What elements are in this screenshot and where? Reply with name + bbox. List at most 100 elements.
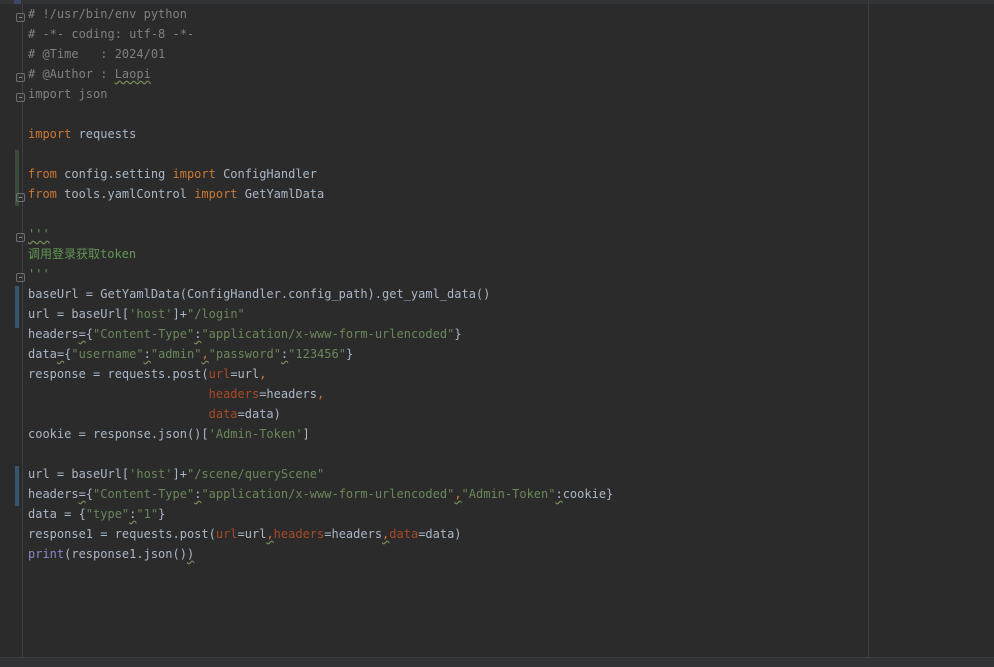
code-token: , [317, 387, 325, 401]
code-token: json [71, 87, 108, 101]
code-token: "123456" [288, 347, 346, 361]
code-token: headers [208, 387, 260, 401]
code-token: "username" [71, 347, 144, 361]
code-token: 'Admin-Token' [208, 427, 303, 441]
code-token: , [259, 367, 267, 381]
code-token: =headers [324, 527, 383, 541]
code-token: cookie = response.json()[ [28, 427, 209, 441]
vcs-change-marker[interactable] [15, 466, 19, 506]
code-token: "password" [208, 347, 281, 361]
code-line[interactable] [28, 104, 613, 124]
code-token: ConfigHandler [215, 167, 318, 181]
code-token: data = { [28, 507, 86, 521]
code-line[interactable]: response = requests.post(url=url, [28, 364, 613, 384]
code-token: } [345, 347, 354, 361]
code-line[interactable]: # -*- coding: utf-8 -*- [28, 24, 613, 44]
code-token: =url [230, 367, 260, 381]
code-line[interactable]: # @Time : 2024/01 [28, 44, 613, 64]
fold-collapse-icon[interactable] [16, 233, 25, 242]
code-line[interactable]: # @Author : Laopi [28, 64, 613, 84]
code-token: import [28, 87, 72, 101]
code-token: # @Time : 2024/01 [28, 47, 166, 61]
code-line[interactable]: headers={"Content-Type":"application/x-w… [28, 324, 613, 344]
code-editor[interactable]: # !/usr/bin/env python # -*- coding: utf-… [0, 0, 994, 667]
code-token: url = baseUrl[ [28, 467, 130, 481]
code-line[interactable]: data=data) [28, 404, 613, 424]
code-token: = [78, 487, 86, 501]
code-line[interactable]: headers={"Content-Type":"application/x-w… [28, 484, 613, 504]
code-token: # !/usr/bin/env python [28, 7, 187, 21]
code-token: # @Author : [28, 67, 115, 81]
code-token: data [208, 407, 238, 421]
code-token: = [78, 327, 86, 341]
code-line[interactable]: ''' [28, 264, 613, 284]
code-line[interactable]: url = baseUrl['host']+"/scene/queryScene… [28, 464, 613, 484]
code-line[interactable]: print(response1.json()) [28, 544, 613, 564]
code-token: ) [186, 547, 195, 561]
code-token: response1 = requests.post( [28, 527, 216, 541]
code-token: { [85, 487, 94, 501]
code-token: data [28, 347, 57, 361]
code-token: : [555, 487, 563, 501]
code-token: cookie} [562, 487, 614, 501]
code-token: =headers [259, 387, 317, 401]
code-token: : [143, 347, 151, 361]
code-token: "/login" [186, 307, 245, 321]
code-token: headers [28, 327, 79, 341]
code-token: # -*- coding: utf-8 -*- [28, 27, 195, 41]
code-token: =data) [418, 527, 462, 541]
fold-collapse-icon[interactable] [16, 193, 25, 202]
code-line[interactable] [28, 204, 613, 224]
fold-collapse-icon[interactable] [16, 93, 25, 102]
horizontal-scrollbar[interactable] [0, 657, 994, 667]
code-line[interactable]: cookie = response.json()['Admin-Token'] [28, 424, 613, 444]
code-token: ''' [28, 227, 50, 241]
code-line[interactable]: headers=headers, [28, 384, 613, 404]
code-token: url [208, 367, 231, 381]
code-token: Laopi [114, 67, 151, 81]
code-line[interactable]: data = {"type":"1"} [28, 504, 613, 524]
code-line[interactable]: url = baseUrl['host']+"/login" [28, 304, 613, 324]
code-token: import [28, 127, 72, 141]
code-token: baseUrl = GetYamlData(ConfigHandler.conf… [28, 287, 491, 301]
code-line[interactable]: data={"username":"admin","password":"123… [28, 344, 613, 364]
code-token: "Admin-Token" [461, 487, 556, 501]
code-line[interactable] [28, 444, 613, 464]
fold-collapse-icon[interactable] [16, 13, 25, 22]
code-token: , [201, 347, 209, 361]
code-token: "application/x-www-form-urlencoded" [201, 327, 455, 341]
fold-collapse-icon[interactable] [16, 73, 25, 82]
code-token: response = requests.post( [28, 367, 209, 381]
code-line[interactable]: 调用登录获取token [28, 244, 613, 264]
code-line[interactable]: import requests [28, 124, 613, 144]
editor-gutter [0, 4, 25, 657]
code-token: from [28, 187, 57, 201]
code-line[interactable]: baseUrl = GetYamlData(ConfigHandler.conf… [28, 284, 613, 304]
code-line[interactable]: import json [28, 84, 613, 104]
right-margin-guide [868, 0, 869, 657]
code-token: ''' [28, 267, 50, 281]
code-line[interactable]: from tools.yamlControl import GetYamlDat… [28, 184, 613, 204]
code-text-area[interactable]: # !/usr/bin/env python # -*- coding: utf-… [28, 4, 613, 564]
code-line[interactable]: ''' [28, 224, 613, 244]
vcs-change-marker[interactable] [15, 286, 19, 328]
code-line[interactable]: response1 = requests.post(url=url,header… [28, 524, 613, 544]
code-token: requests [71, 127, 137, 141]
code-token: url [215, 527, 238, 541]
code-token: import [172, 167, 216, 181]
code-line[interactable]: from config.setting import ConfigHandler [28, 164, 613, 184]
code-token: ]+ [172, 467, 187, 481]
code-token: print [28, 547, 65, 561]
fold-collapse-icon[interactable] [16, 273, 25, 282]
code-token: data [389, 527, 419, 541]
code-token: "application/x-www-form-urlencoded" [201, 487, 455, 501]
code-token: tools.yamlControl [56, 187, 195, 201]
code-token: "1" [136, 507, 159, 521]
code-token: from [28, 167, 57, 181]
code-token: { [85, 327, 94, 341]
code-line[interactable]: # !/usr/bin/env python [28, 4, 613, 24]
code-token: (response1.json() [64, 547, 187, 561]
code-line[interactable] [28, 144, 613, 164]
